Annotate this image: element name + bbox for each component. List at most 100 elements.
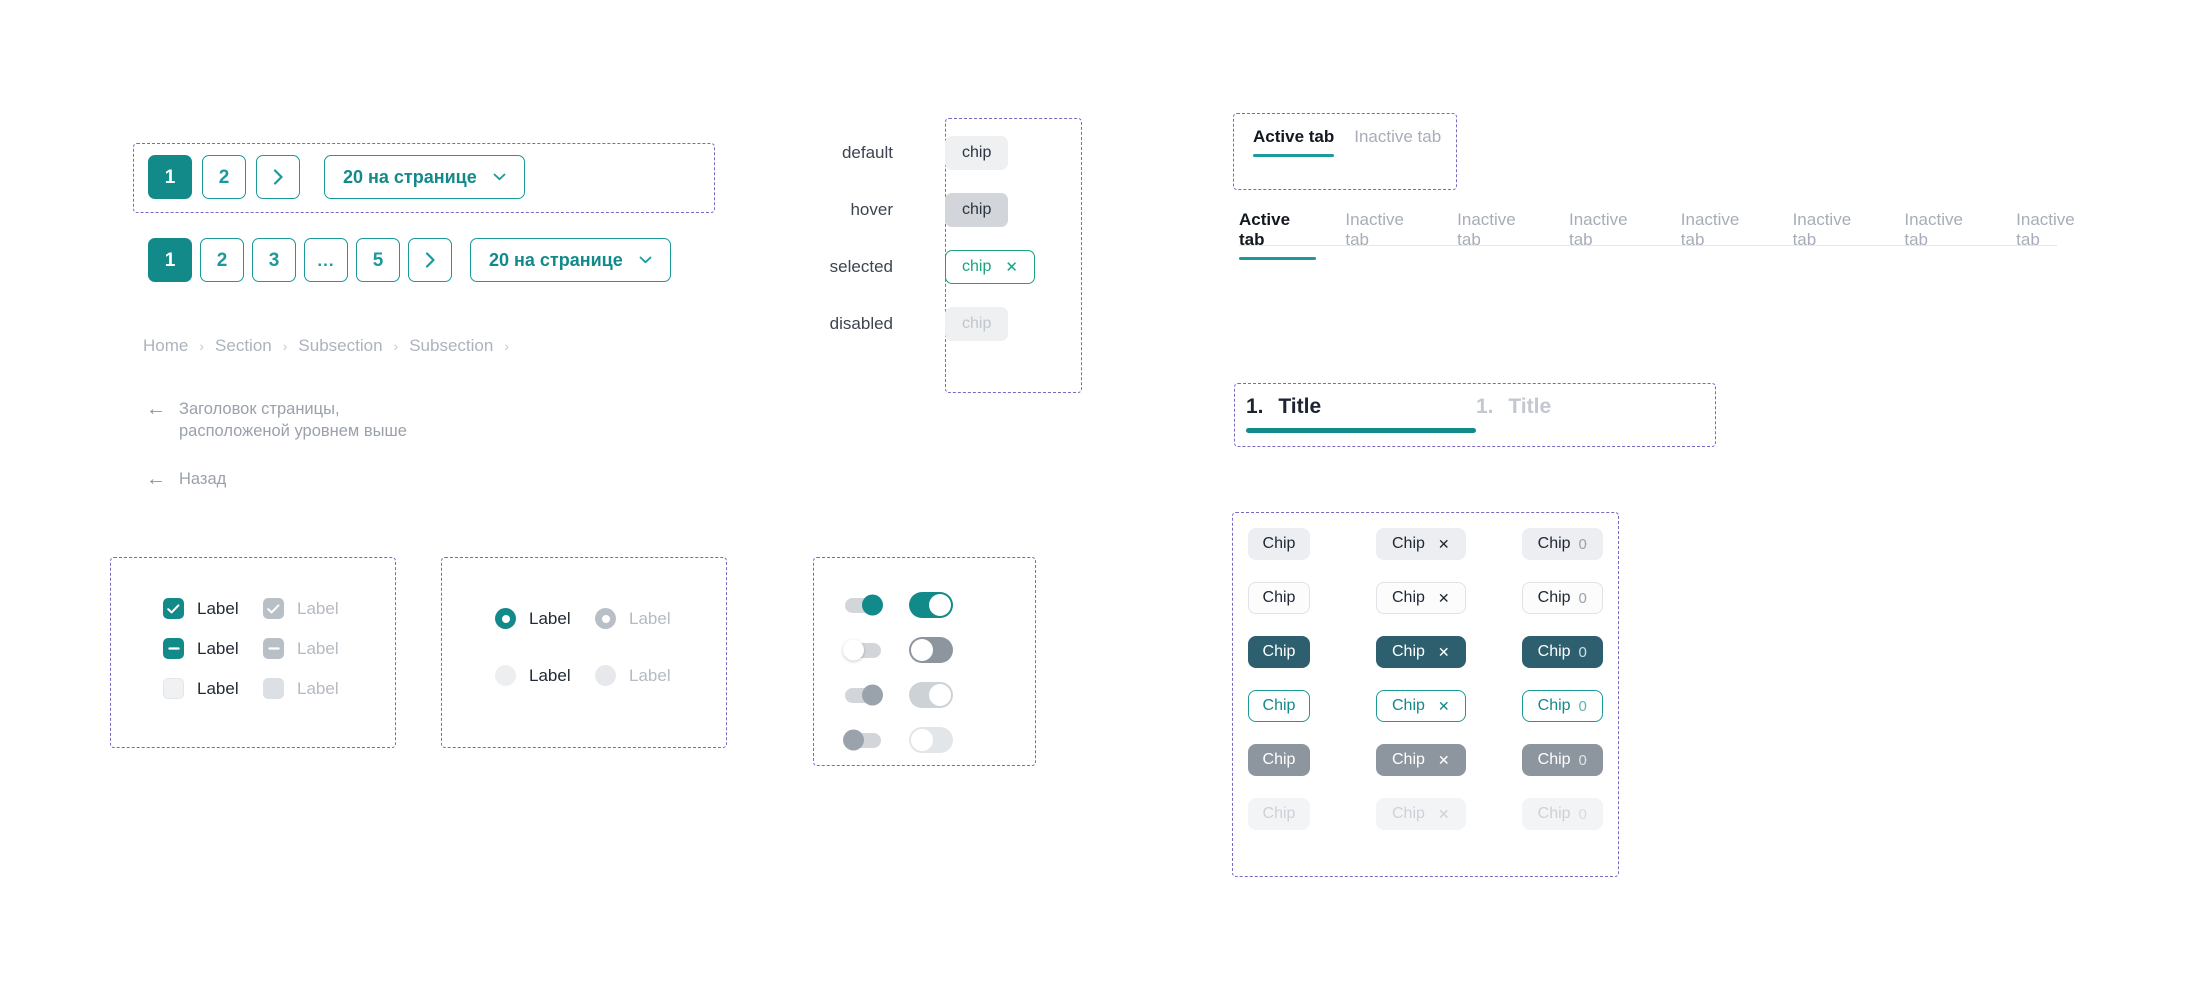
tab-inactive[interactable]: Inactive tab [1354,127,1441,157]
step-tab-inactive[interactable]: 1. Title [1476,395,1706,433]
arrow-left-icon: ← [146,468,166,490]
tabs-boxed[interactable]: Active tab Inactive tab [1253,127,1441,157]
close-icon[interactable]: ✕ [1005,258,1018,276]
tab-inactive[interactable]: Inactive tab [1681,210,1764,260]
chip-closable[interactable]: Chip ✕ [1376,528,1466,560]
chip-plain[interactable]: Chip [1248,744,1310,776]
tab-inactive[interactable]: Inactive tab [1345,210,1428,260]
chip-counted[interactable]: Chip 0 [1521,690,1603,722]
chip-counted[interactable]: Chip 0 [1521,636,1603,668]
step-tabs[interactable]: 1. Title 1. Title [1246,395,1706,433]
breadcrumb-item-subsection[interactable]: Subsection [298,336,382,356]
tab-active[interactable]: Active tab [1239,210,1317,260]
pagination-next-button[interactable] [408,238,452,282]
breadcrumb[interactable]: Home › Section › Subsection › Subsection… [143,336,509,356]
tab-inactive[interactable]: Inactive tab [1793,210,1876,260]
chip-closable[interactable]: Chip ✕ [1376,582,1466,614]
chip-counted[interactable]: Chip 0 [1521,528,1603,560]
chip-plain[interactable]: Chip [1248,636,1310,668]
chip-count: 0 [1578,535,1587,553]
radio-selected[interactable]: Label [495,608,595,629]
tab-active[interactable]: Active tab [1253,127,1335,157]
tab-inactive[interactable]: Inactive tab [1457,210,1540,260]
chip-state-label: selected [829,256,893,276]
close-icon[interactable]: ✕ [1438,590,1450,607]
toggle-small-on[interactable] [845,594,883,616]
chip-plain[interactable]: Chip [1248,690,1310,722]
pagination-page-2[interactable]: 2 [200,238,244,282]
toggle-large-on[interactable] [909,592,953,618]
close-icon[interactable]: ✕ [1438,644,1450,661]
toggle-small-off-disabled [843,729,881,751]
chip-default[interactable]: chip [945,135,1009,170]
close-icon[interactable]: ✕ [1438,698,1450,715]
checkbox-checked[interactable]: Label [163,598,263,619]
radio-label: Label [529,665,571,685]
pagination-page-1[interactable]: 1 [148,155,192,199]
step-label: Title [1278,395,1322,418]
breadcrumb-item-subsection[interactable]: Subsection [409,336,493,356]
pagination-page-2[interactable]: 2 [202,155,246,199]
tabs-strip-list[interactable]: Active tab Inactive tab Inactive tab Ina… [1239,210,2099,260]
pagination-page-1[interactable]: 1 [148,238,192,282]
checkbox-row: Label Label [163,678,339,699]
chip-plain[interactable]: Chip [1248,528,1310,560]
radio-empty-icon [595,665,616,686]
chip-hover[interactable]: chip [945,192,1009,227]
radio-label: Label [629,608,671,628]
pagination-large[interactable]: 1 2 3 ... 5 20 на странице [148,238,671,282]
pagination-ellipsis[interactable]: ... [304,238,348,282]
chip-closable[interactable]: Chip ✕ [1376,636,1466,668]
pagination-page-5[interactable]: 5 [356,238,400,282]
chip-label: Chip [1262,697,1296,714]
tab-inactive[interactable]: Inactive tab [2016,210,2099,260]
radio-unselected[interactable]: Label [495,665,595,686]
chevron-down-icon [493,173,506,181]
chip-label: Chip [1262,805,1296,822]
toggle-large-off[interactable] [909,637,953,663]
per-page-select-small[interactable]: 20 на странице [324,155,525,199]
step-tab-active[interactable]: 1. Title [1246,395,1476,433]
pagination-small[interactable]: 1 2 20 на странице [148,155,525,199]
chip-closable[interactable]: Chip ✕ [1376,690,1466,722]
toggle-row [843,637,953,663]
chip-counted[interactable]: Chip 0 [1521,744,1603,776]
breadcrumb-item-home[interactable]: Home [143,336,188,356]
chip-plain[interactable]: Chip [1248,582,1310,614]
close-icon[interactable]: ✕ [1438,752,1450,769]
checkbox-unchecked[interactable]: Label [163,678,263,699]
back-link-parent-page[interactable]: ← Заголовок страницы, расположеной уровн… [146,398,446,443]
checkbox-label: Label [197,678,239,698]
chip-closable[interactable]: Chip ✕ [1376,744,1466,776]
checkbox-label: Label [197,598,239,618]
tab-inactive[interactable]: Inactive tab [1904,210,1987,260]
close-icon[interactable]: ✕ [1438,536,1450,553]
tabs-strip[interactable]: Active tab Inactive tab Inactive tab Ina… [1239,210,2099,260]
back-link-label: Заголовок страницы, расположеной уровнем… [179,400,407,441]
per-page-select-large[interactable]: 20 на странице [470,238,671,282]
toggle-small-off[interactable] [843,639,881,661]
chip-label: Chip [1537,589,1571,606]
checkbox-checked-icon [263,598,284,619]
toggle-large-on-disabled [909,682,953,708]
pagination-next-button[interactable] [256,155,300,199]
tab-inactive[interactable]: Inactive tab [1569,210,1652,260]
checkbox-row: Label Label [163,638,339,659]
pagination-page-3[interactable]: 3 [252,238,296,282]
chip-label: Chip [1262,751,1296,768]
back-link-back[interactable]: ← Назад [146,468,226,490]
chip-counted-disabled: Chip 0 [1521,798,1603,830]
chip-selected[interactable]: chip ✕ [945,249,1035,284]
breadcrumb-separator-icon: › [504,338,509,354]
chip-count: 0 [1578,805,1587,823]
checkbox-indeterminate-icon [163,638,184,659]
chip-matrix-row: Chip Chip ✕ Chip 0 [1248,636,1603,668]
checkbox-indeterminate[interactable]: Label [163,638,263,659]
chevron-right-icon [273,169,283,185]
chip-count: 0 [1578,697,1587,715]
radio-selected-disabled: Label [595,608,671,629]
breadcrumb-item-section[interactable]: Section [215,336,272,356]
per-page-label: 20 на странице [343,166,477,187]
chip-counted[interactable]: Chip 0 [1521,582,1603,614]
chip-plain-disabled: Chip [1248,798,1310,830]
